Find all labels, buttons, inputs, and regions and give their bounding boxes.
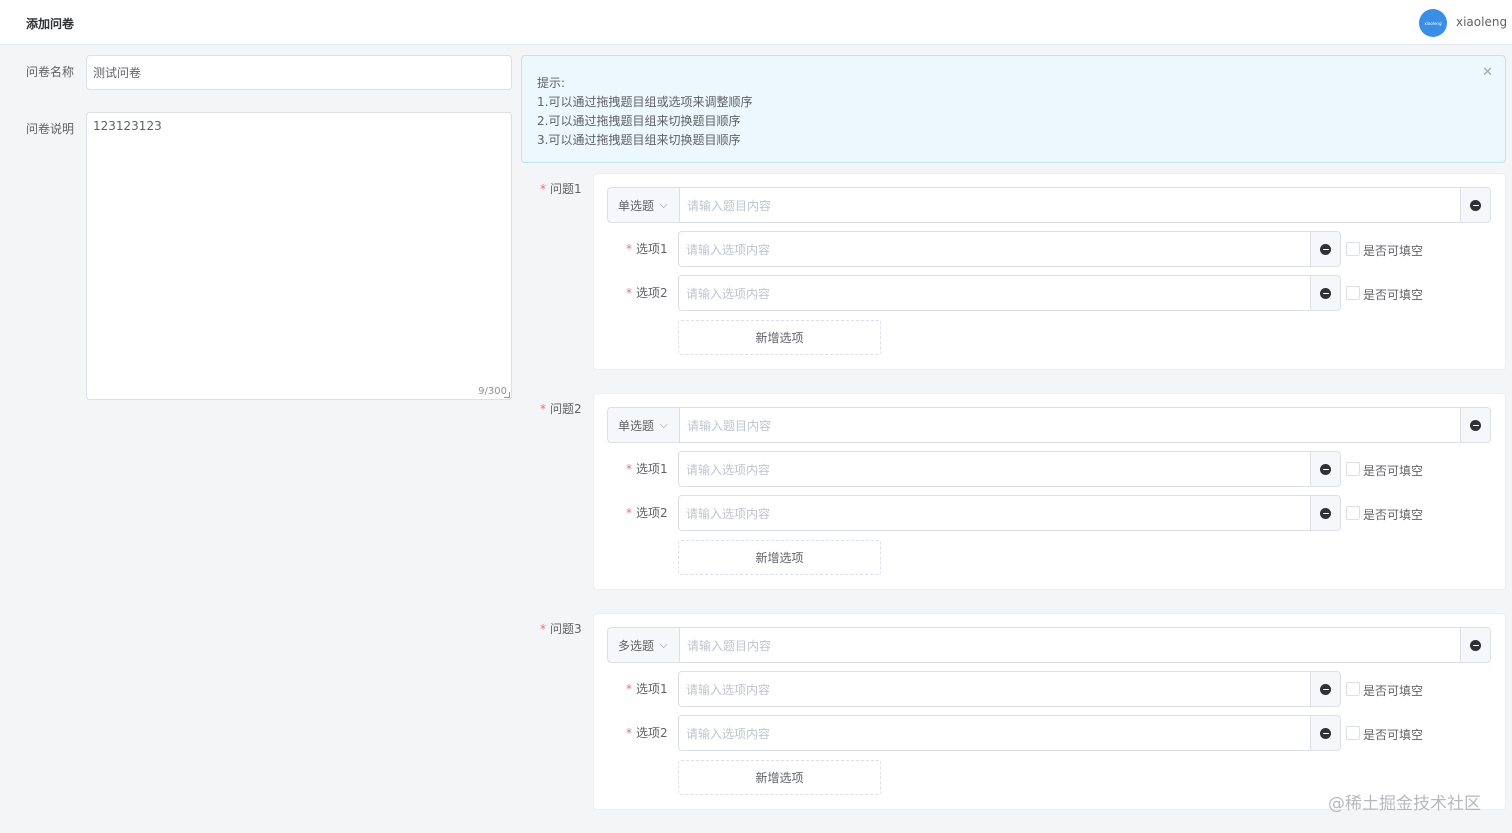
fillable-label[interactable]: 是否可填空: [1363, 506, 1423, 523]
fillable-label[interactable]: 是否可填空: [1363, 462, 1423, 479]
survey-desc-value: 123123123: [93, 119, 162, 133]
survey-desc-label: 问卷说明: [26, 122, 75, 136]
remove-circle-icon: [1470, 419, 1481, 431]
option-input[interactable]: 请输入选项内容: [678, 451, 1311, 487]
chevron-down-icon: ⌵: [660, 419, 668, 431]
resize-handle[interactable]: [504, 392, 510, 398]
question-title-placeholder: 请输入题目内容: [687, 418, 772, 433]
question-label: * 问题2: [540, 402, 582, 416]
option-label: * 选项1: [626, 242, 668, 256]
remove-option-button[interactable]: [1311, 715, 1341, 751]
option-input[interactable]: 请输入选项内容: [678, 715, 1311, 751]
remove-circle-icon: [1320, 507, 1331, 519]
question-type-value: 单选题: [618, 418, 655, 433]
add-option-button[interactable]: 新增选项: [678, 760, 881, 795]
question-type-select[interactable]: 单选题 ⌵: [607, 407, 679, 443]
question-label: * 问题1: [540, 182, 582, 196]
alert-title: 提示:: [537, 76, 566, 90]
option-input[interactable]: 请输入选项内容: [678, 495, 1311, 531]
add-option-button[interactable]: 新增选项: [678, 320, 881, 355]
add-option-button[interactable]: 新增选项: [678, 540, 881, 575]
remove-circle-icon: [1320, 463, 1331, 475]
survey-name-label: 问卷名称: [26, 65, 75, 79]
remove-option-button[interactable]: [1311, 671, 1341, 707]
remove-option-button[interactable]: [1311, 275, 1341, 311]
option-placeholder: 请输入选项内容: [686, 682, 771, 697]
alert-line: 3.可以通过拖拽题目组来切换题目顺序: [537, 133, 741, 147]
remove-circle-icon: [1470, 639, 1481, 651]
option-label: * 选项2: [626, 286, 668, 300]
fillable-checkbox[interactable]: [1346, 682, 1360, 696]
question-type-select[interactable]: 多选题 ⌵: [607, 627, 679, 663]
remove-option-button[interactable]: [1311, 495, 1341, 531]
watermark: @稀土掘金技术社区: [1328, 794, 1481, 814]
remove-question-button[interactable]: [1461, 187, 1491, 223]
fillable-label[interactable]: 是否可填空: [1363, 242, 1423, 259]
fillable-checkbox[interactable]: [1346, 462, 1360, 476]
option-placeholder: 请输入选项内容: [686, 506, 771, 521]
chevron-down-icon: ⌵: [660, 639, 668, 651]
remove-circle-icon: [1470, 199, 1481, 211]
option-placeholder: 请输入选项内容: [686, 462, 771, 477]
question-title-placeholder: 请输入题目内容: [687, 638, 772, 653]
question-title-input[interactable]: 请输入题目内容: [679, 407, 1461, 443]
option-input[interactable]: 请输入选项内容: [678, 275, 1311, 311]
chevron-down-icon: ⌵: [660, 199, 668, 211]
close-icon[interactable]: ✕: [1482, 63, 1493, 82]
fillable-checkbox[interactable]: [1346, 286, 1360, 300]
fillable-label[interactable]: 是否可填空: [1363, 726, 1423, 743]
option-placeholder: 请输入选项内容: [686, 286, 771, 301]
fillable-checkbox[interactable]: [1346, 506, 1360, 520]
top-bar: 添加问卷 xiaoleng xiaoleng: [0, 0, 1512, 45]
question-title-input[interactable]: 请输入题目内容: [679, 187, 1461, 223]
remove-circle-icon: [1320, 287, 1331, 299]
fillable-label[interactable]: 是否可填空: [1363, 286, 1423, 303]
char-counter: 9/300: [478, 386, 507, 397]
option-input[interactable]: 请输入选项内容: [678, 671, 1311, 707]
option-input[interactable]: 请输入选项内容: [678, 231, 1311, 267]
survey-name-input[interactable]: 测试问卷: [86, 55, 512, 90]
remove-circle-icon: [1320, 727, 1331, 739]
remove-circle-icon: [1320, 243, 1331, 255]
question-title-placeholder: 请输入题目内容: [687, 198, 772, 213]
option-label: * 选项1: [626, 682, 668, 696]
fillable-checkbox[interactable]: [1346, 242, 1360, 256]
question-type-select[interactable]: 单选题 ⌵: [607, 187, 679, 223]
option-label: * 选项1: [626, 462, 668, 476]
option-placeholder: 请输入选项内容: [686, 726, 771, 741]
option-label: * 选项2: [626, 506, 668, 520]
tip-alert: 提示: 1.可以通过拖拽题目组或选项来调整顺序 2.可以通过拖拽题目组来切换题目…: [521, 55, 1506, 163]
survey-desc-textarea[interactable]: 123123123 9/300: [86, 112, 512, 400]
question-type-value: 多选题: [618, 638, 655, 653]
page-title: 添加问卷: [26, 17, 75, 31]
fillable-checkbox[interactable]: [1346, 726, 1360, 740]
option-label: * 选项2: [626, 726, 668, 740]
question-label: * 问题3: [540, 622, 582, 636]
fillable-label[interactable]: 是否可填空: [1363, 682, 1423, 699]
option-placeholder: 请输入选项内容: [686, 242, 771, 257]
alert-line: 2.可以通过拖拽题目组来切换题目顺序: [537, 114, 741, 128]
question-title-input[interactable]: 请输入题目内容: [679, 627, 1461, 663]
remove-question-button[interactable]: [1461, 407, 1491, 443]
alert-line: 1.可以通过拖拽题目组或选项来调整顺序: [537, 95, 753, 109]
remove-option-button[interactable]: [1311, 231, 1341, 267]
username[interactable]: xiaoleng: [1456, 15, 1507, 29]
question-type-value: 单选题: [618, 198, 655, 213]
remove-option-button[interactable]: [1311, 451, 1341, 487]
avatar[interactable]: xiaoleng: [1419, 9, 1447, 37]
remove-circle-icon: [1320, 683, 1331, 695]
remove-question-button[interactable]: [1461, 627, 1491, 663]
survey-name-value: 测试问卷: [93, 66, 142, 80]
